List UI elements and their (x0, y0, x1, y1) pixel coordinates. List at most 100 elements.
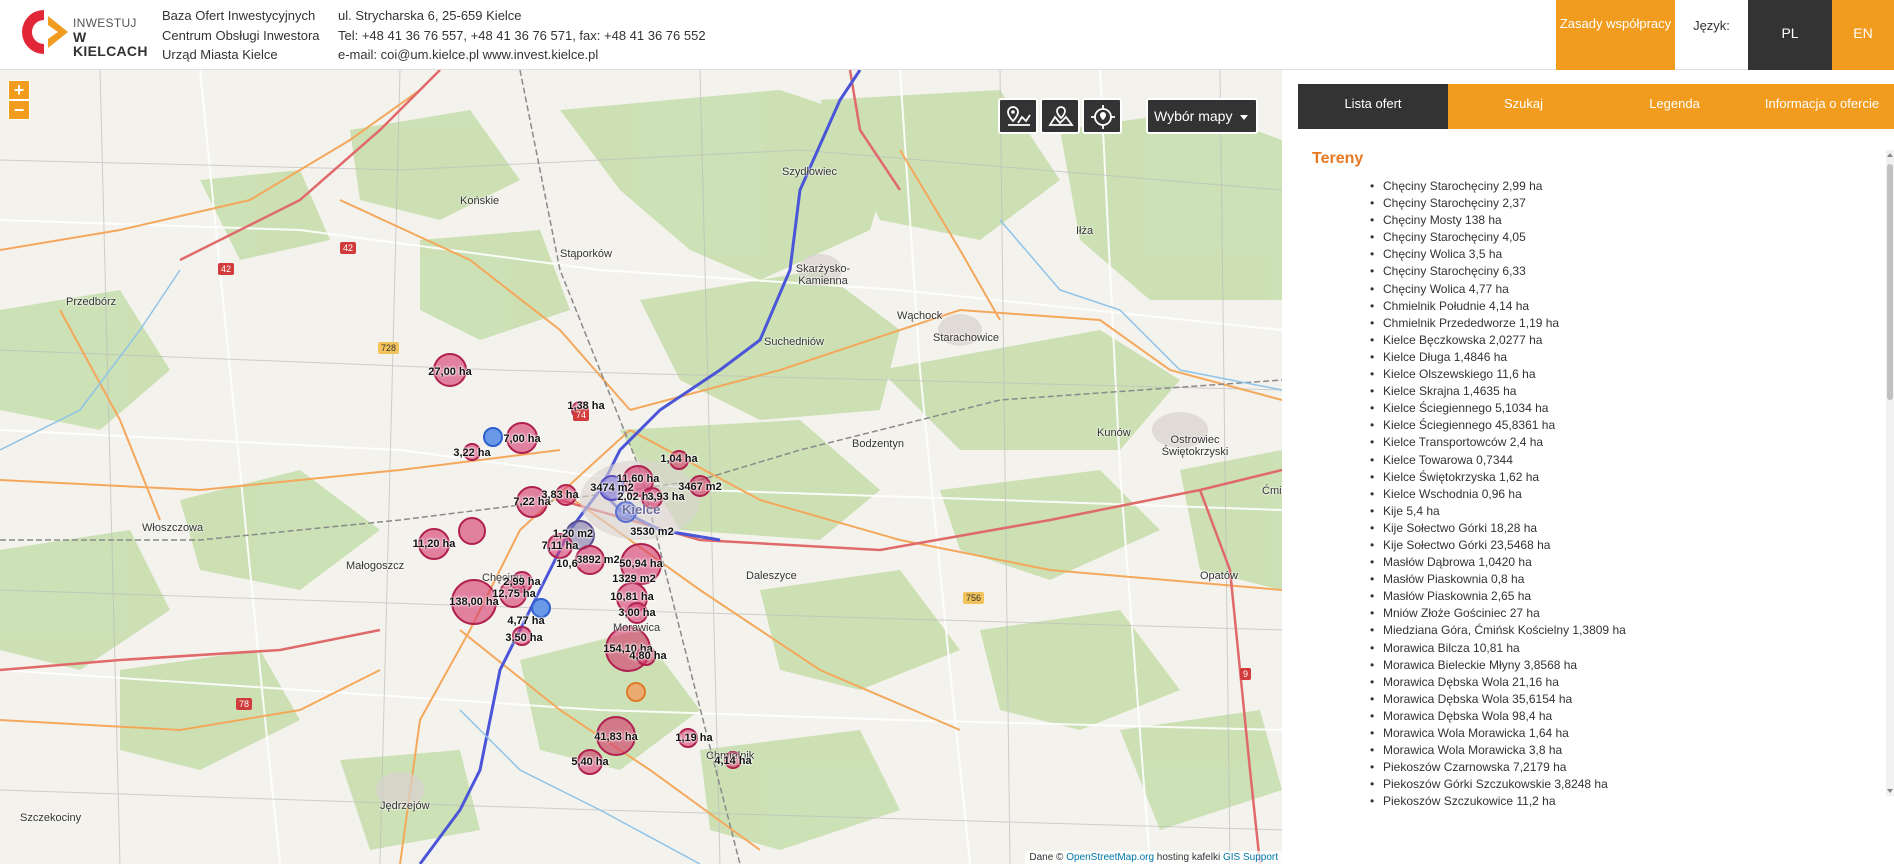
map-type-select[interactable]: Wybór mapy (1146, 98, 1258, 134)
road-badge: 756 (963, 592, 985, 604)
marker-label[interactable]: 10,6 (556, 558, 577, 570)
offer-list-item[interactable]: Chęciny Wolica 4,77 ha (1312, 281, 1872, 298)
offer-list-item[interactable]: Chęciny Mosty 138 ha (1312, 212, 1872, 229)
offer-list-item[interactable]: Chmielnik Południe 4,14 ha (1312, 298, 1872, 315)
zoom-in-button[interactable]: + (8, 80, 30, 100)
offer-list-item[interactable]: Chęciny Starochęciny 2,99 ha (1312, 178, 1872, 195)
offer-list-item[interactable]: Morawica Wola Morawicka 3,8 ha (1312, 742, 1872, 759)
gis-support-link[interactable]: GIS Support (1223, 852, 1278, 863)
marker-label[interactable]: 41,83 ha (594, 731, 637, 743)
offer-list-item[interactable]: Miedziana Góra, Ćmińsk Kościelny 1,3809 … (1312, 622, 1872, 639)
marker-label[interactable]: 3892 m2 (576, 554, 619, 566)
caret-down-icon (1240, 115, 1248, 120)
offer-list-item[interactable]: Kielce Skrajna 1,4635 ha (1312, 383, 1872, 400)
offer-list-item[interactable]: Morawica Dębska Wola 35,6154 ha (1312, 691, 1872, 708)
attribution-mid: hosting kafelki (1154, 852, 1223, 863)
marker-label[interactable]: 3,83 ha (541, 489, 578, 501)
offer-list-item[interactable]: Morawica Wola Morawicka 1,64 ha (1312, 725, 1872, 742)
osm-link[interactable]: OpenStreetMap.org (1066, 852, 1154, 863)
town-label: Ćmiel (1262, 485, 1282, 497)
route-marker-button[interactable] (998, 98, 1038, 134)
marker-label[interactable]: 3,00 ha (618, 607, 655, 619)
offer-list-item[interactable]: Chęciny Starochęciny 2,37 (1312, 195, 1872, 212)
offer-list-item[interactable]: Morawica Dębska Wola 21,16 ha (1312, 674, 1872, 691)
contact-info: ul. Strycharska 6, 25-659 Kielce Tel: +4… (338, 6, 706, 65)
marker-label[interactable]: 11,20 ha (413, 538, 456, 550)
map-area-button[interactable] (1040, 98, 1080, 134)
offer-list-item[interactable]: Piekoszów Szczukowice 11,2 ha (1312, 793, 1872, 810)
offer-list-scrollbar[interactable] (1886, 150, 1894, 796)
marker-label[interactable]: 7,11 ha (542, 540, 579, 552)
marker-label[interactable]: 10,81 ha (610, 591, 653, 603)
offer-list-item[interactable]: Chęciny Wolica 3,5 ha (1312, 246, 1872, 263)
tab-offer-list[interactable]: Lista ofert (1298, 84, 1448, 129)
marker-label[interactable]: 1,19 ha (675, 732, 712, 744)
logo[interactable]: INWESTUJ W KIELCACH (18, 6, 158, 58)
offer-list-item[interactable]: Chęciny Starochęciny 6,33 (1312, 263, 1872, 280)
marker-label[interactable]: 2,99 ha (503, 576, 540, 588)
town-label: Jędrzejów (380, 800, 430, 812)
scroll-up-icon[interactable] (1887, 153, 1893, 157)
email[interactable]: e-mail: coi@um.kielce.pl www.invest.kiel… (338, 45, 706, 65)
offer-list-item[interactable]: Chęciny Starochęciny 4,05 (1312, 229, 1872, 246)
offer-list-item[interactable]: Chmielnik Przededworze 1,19 ha (1312, 315, 1872, 332)
marker-label[interactable]: 1,20 m2 (553, 528, 593, 540)
offer-list-item[interactable]: Kielce Świętokrzyska 1,62 ha (1312, 469, 1872, 486)
offer-list-item[interactable]: Morawica Bieleckie Młyny 3,8568 ha (1312, 657, 1872, 674)
marker-label[interactable]: 27,00 ha (428, 366, 471, 378)
offer-list-item[interactable]: Kielce Olszewskiego 11,6 ha (1312, 366, 1872, 383)
lang-en-button[interactable]: EN (1832, 0, 1894, 70)
locate-button[interactable] (1082, 98, 1122, 134)
offer-list-item[interactable]: Kije Sołectwo Górki 23,5468 ha (1312, 537, 1872, 554)
town-label: Wąchock (897, 310, 943, 322)
tab-offer-info[interactable]: Informacja o ofercie (1750, 84, 1894, 129)
offer-list-item[interactable]: Kielce Ściegiennego 5,1034 ha (1312, 400, 1872, 417)
offer-list-item[interactable]: Kielce Bęczkowska 2,0277 ha (1312, 332, 1872, 349)
road-badge: 78 (236, 698, 253, 710)
lang-pl-button[interactable]: PL (1748, 0, 1832, 70)
town-label: Stąporków (560, 248, 612, 260)
marker-label[interactable]: 1329 m2 (612, 573, 655, 585)
road-badge: 42 (340, 242, 357, 254)
offer-list-item[interactable]: Masłów Piaskownia 2,65 ha (1312, 588, 1872, 605)
offer-list-item[interactable]: Morawica Dębska Wola 98,4 ha (1312, 708, 1872, 725)
marker-label[interactable]: 4,77 ha (507, 615, 544, 627)
offer-list-item[interactable]: Kije 5,4 ha (1312, 503, 1872, 520)
scroll-thumb[interactable] (1887, 164, 1893, 400)
marker-label[interactable]: 1,04 ha (660, 453, 697, 465)
town-label: Starachowice (933, 332, 1000, 344)
zoom-out-button[interactable]: − (8, 100, 30, 120)
map-attribution: Dane © OpenStreetMap.org hosting kafelki… (1025, 851, 1282, 864)
offer-list-item[interactable]: Masłów Dąbrowa 1,0420 ha (1312, 554, 1872, 571)
offer-list-item[interactable]: Mniów Złoże Gościniec 27 ha (1312, 605, 1872, 622)
offer-list-item[interactable]: Kije Sołectwo Górki 18,28 ha (1312, 520, 1872, 537)
marker-label[interactable]: 3,50 ha (505, 632, 542, 644)
marker-label[interactable]: 50,94 ha (619, 558, 662, 570)
map-area-icon (1048, 106, 1074, 126)
tab-search[interactable]: Szukaj (1448, 84, 1599, 129)
terms-button[interactable]: Zasady współpracy (1556, 0, 1675, 70)
offer-list-item[interactable]: Kielce Towarowa 0,7344 (1312, 452, 1872, 469)
offer-list-item[interactable]: Piekoszów Górki Szczukowskie 3,8248 ha (1312, 776, 1872, 793)
marker-label[interactable]: 138,00 ha (449, 596, 499, 608)
marker-label[interactable]: 4,14 ha (714, 755, 751, 767)
offer-list-item[interactable]: Kielce Ściegiennego 45,8361 ha (1312, 417, 1872, 434)
marker-label[interactable]: 3530 m2 (630, 526, 673, 538)
org-line: Urząd Miasta Kielce (162, 47, 278, 62)
offer-list-item[interactable]: Morawica Bilcza 10,81 ha (1312, 640, 1872, 657)
scroll-down-icon[interactable] (1887, 789, 1893, 793)
marker-label[interactable]: 1,38 ha (567, 400, 604, 412)
marker-label[interactable]: 4,80 ha (629, 650, 666, 662)
marker-label[interactable]: 3,22 ha (453, 447, 490, 459)
marker-label[interactable]: 3467 m2 (678, 481, 721, 493)
marker-label[interactable]: 5,40 ha (571, 756, 608, 768)
attribution-prefix: Dane © (1029, 852, 1067, 863)
marker-label[interactable]: 7,00 ha (503, 433, 540, 445)
offer-list-item[interactable]: Kielce Wschodnia 0,96 ha (1312, 486, 1872, 503)
offer-list-item[interactable]: Kielce Transportowców 2,4 ha (1312, 434, 1872, 451)
tab-legend[interactable]: Legenda (1599, 84, 1750, 129)
map-canvas[interactable]: Szydłowiec Końskie Stąporków Przedbórz S… (0, 70, 1282, 864)
offer-list-item[interactable]: Kielce Długa 1,4846 ha (1312, 349, 1872, 366)
offer-list-item[interactable]: Masłów Piaskownia 0,8 ha (1312, 571, 1872, 588)
offer-list-item[interactable]: Piekoszów Czarnowska 7,2179 ha (1312, 759, 1872, 776)
